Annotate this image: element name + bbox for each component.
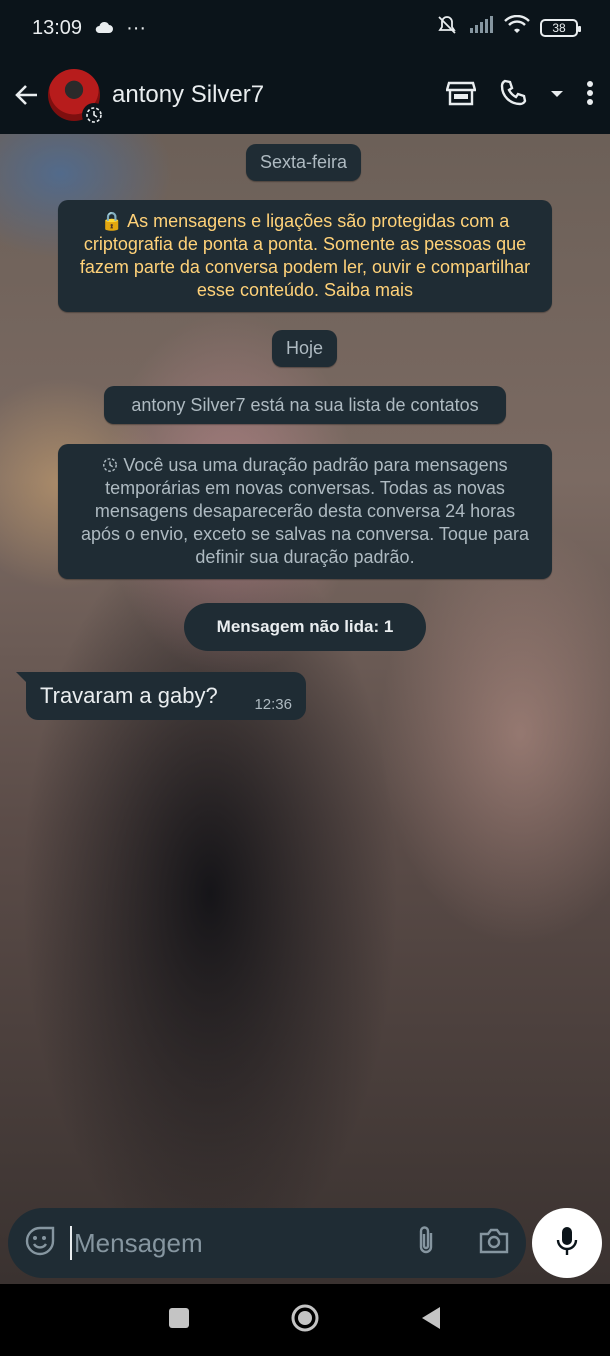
status-time: 13:09 (32, 16, 83, 39)
timer-icon (102, 455, 123, 475)
encryption-notice[interactable]: 🔒 As mensagens e ligações são protegidas… (58, 200, 552, 312)
more-vert-icon[interactable] (586, 80, 594, 111)
mic-icon (555, 1225, 579, 1262)
storefront-icon[interactable] (445, 79, 477, 112)
composer (8, 1208, 526, 1278)
system-nav-bar (0, 1284, 610, 1356)
signal-icon (468, 16, 494, 40)
chat-area[interactable]: Sexta-feira 🔒 As mensagens e ligações sã… (0, 134, 610, 1284)
wifi-icon (504, 14, 530, 41)
camera-icon[interactable] (478, 1227, 510, 1260)
more-notifications-icon: ··· (126, 16, 147, 39)
avatar[interactable] (48, 69, 106, 127)
cloud-icon (94, 17, 114, 40)
contact-name[interactable]: antony Silver7 (112, 81, 446, 109)
ephemeral-notice-text: Você usa uma duração padrão para mensage… (81, 455, 529, 567)
home-icon[interactable] (290, 1303, 320, 1338)
recents-icon[interactable] (168, 1307, 190, 1334)
message-time: 12:36 (254, 695, 292, 713)
date-divider: Sexta-feira (246, 144, 362, 181)
message-bubble[interactable]: Travaram a gaby? 12:36 (16, 672, 306, 720)
battery-icon: 38 (540, 19, 581, 37)
back-triangle-icon[interactable] (420, 1306, 442, 1335)
emoji-sticker-icon[interactable] (24, 1225, 56, 1262)
back-arrow-icon[interactable] (10, 78, 44, 112)
bell-muted-icon (436, 14, 458, 42)
status-bar: 13:09 ··· 38 (0, 0, 610, 56)
contact-notice: antony Silver7 está na sua lista de cont… (104, 386, 506, 424)
chevron-down-icon[interactable] (550, 86, 564, 104)
phone-icon[interactable] (498, 78, 528, 113)
attach-icon[interactable] (414, 1225, 438, 1262)
ephemeral-notice[interactable]: Você usa uma duração padrão para mensage… (58, 444, 552, 579)
date-divider: Hoje (272, 330, 338, 367)
chat-header: antony Silver7 (0, 56, 610, 134)
mic-button[interactable] (532, 1208, 602, 1278)
timer-badge-icon (82, 103, 106, 127)
message-text: Travaram a gaby? (40, 683, 218, 708)
unread-divider: Mensagem não lida: 1 (184, 603, 426, 651)
message-input[interactable] (70, 1226, 414, 1260)
